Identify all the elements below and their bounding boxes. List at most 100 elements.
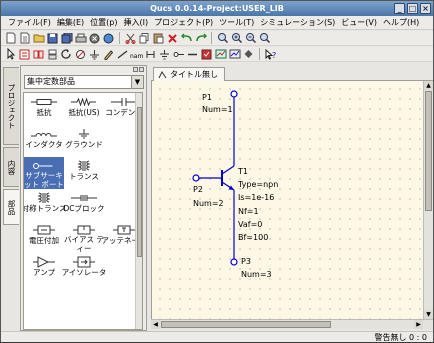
tab-content-label: 内容 [7,159,16,175]
component-category-select[interactable]: 集中定数部品 ▼ [24,75,144,89]
zoom-fit-icon[interactable] [216,32,229,45]
part-label: サブサーキット ポート [24,171,64,189]
new-file-icon[interactable] [4,32,17,45]
part-bias-t[interactable]: 電圧付加 [24,221,64,253]
menu-bar: ファイル(F) 編集(E) 位置(p) 挿入(I) プロジェクト(P) ツール(… [1,16,433,30]
ground-toolbar-icon[interactable] [88,48,101,61]
part-label: グラウンド [65,140,103,149]
title-bar[interactable]: Qucs 0.0.14-Project:USER_LIB _ □ × [1,1,433,16]
menu-edit[interactable]: 編集(E) [54,17,87,28]
close-doc-icon[interactable] [88,32,101,45]
transistor-param-bf: Bf=100 [238,233,269,242]
status-text: 警告無し 0 : 0 [374,333,427,342]
insert-equation-icon[interactable] [144,48,157,61]
part-transformer[interactable]: トランス [64,157,104,189]
part-label: アイソレータ [61,268,107,277]
dock-float-icon[interactable] [133,66,138,72]
edit-properties-icon[interactable] [18,48,31,61]
part-ground[interactable]: グラウンド [64,125,104,157]
open-folder-icon[interactable] [32,32,45,45]
redo-icon[interactable] [194,32,207,45]
part-symmetric-transformer[interactable]: 対称トランス [24,189,66,221]
zoom-out-icon[interactable] [244,32,257,45]
horizontal-scroll-thumb[interactable] [161,321,331,328]
vertical-scroll-thumb[interactable] [425,91,432,211]
insert-port-icon[interactable] [172,48,185,61]
wire-icon[interactable] [116,48,129,61]
insert-ground-icon[interactable] [158,48,171,61]
menu-project[interactable]: プロジェクト(P) [151,17,216,28]
menu-file[interactable]: ファイル(F) [5,17,54,28]
part-resistor-us[interactable]: 抵抗(US) [64,93,104,125]
copy-icon[interactable] [138,32,151,45]
port-p3-name: P3 [241,257,251,266]
simulate-icon[interactable] [200,48,213,61]
tab-project[interactable]: プロジェクト [3,67,19,145]
paste-icon[interactable] [152,32,165,45]
scroll-up-icon[interactable]: ▲ [424,81,433,90]
undo-icon[interactable] [180,32,193,45]
transistor-collector [221,165,235,175]
tab-project-label: プロジェクト [7,83,16,129]
minimize-icon[interactable]: _ [394,3,405,14]
chevron-down-icon[interactable]: ▼ [131,76,143,88]
part-inductor[interactable]: インダクタ [24,125,64,157]
print-preview-icon[interactable] [102,32,115,45]
menu-simulation[interactable]: シミュレーション(S) [257,17,338,28]
whats-this-icon[interactable]: ? [264,48,277,61]
insert-wire-icon[interactable] [186,48,199,61]
part-bias-tee[interactable]: バイアス ティー [64,221,104,253]
tab-components[interactable]: 部品 [3,189,19,225]
select-arrow-icon[interactable] [4,48,17,61]
tab-untitled[interactable]: タイトル無し [153,67,225,81]
menu-tools[interactable]: ツール(T) [216,17,257,28]
components-scrollbar[interactable] [135,93,142,329]
menu-view[interactable]: ビュー(V) [338,17,380,28]
zoom-in-icon[interactable] [230,32,243,45]
print-icon[interactable] [74,32,87,45]
set-marker-icon[interactable] [228,48,241,61]
app-window: Qucs 0.0.14-Project:USER_LIB _ □ × ファイル(… [0,0,434,342]
part-subcircuit-port[interactable]: サブサーキット ポート [24,157,64,189]
switch-display-icon[interactable] [214,48,227,61]
zoom-reset-icon[interactable] [258,32,271,45]
activate-icon[interactable] [74,48,87,61]
transistor-param-is: Is=1e-16 [238,193,275,202]
part-dc-block[interactable]: DCブロック [64,189,105,221]
menu-insert[interactable]: 挿入(I) [120,17,151,28]
cut-icon[interactable] [124,32,137,45]
tab-content[interactable]: 内容 [3,147,19,187]
new-text-icon[interactable] [18,32,31,45]
mirror-x-icon[interactable] [32,48,45,61]
menu-position[interactable]: 位置(p) [87,17,120,28]
part-amplifier[interactable]: アンプ [24,253,64,285]
mirror-y-icon[interactable] [46,48,59,61]
menu-help[interactable]: ヘルプ(H) [380,17,422,28]
horizontal-scrollbar[interactable]: ◀ ▶ [151,319,433,329]
pencil-icon[interactable] [102,48,115,61]
dock-handle[interactable] [21,66,146,72]
tab-components-label: 部品 [7,199,16,215]
svg-text:?: ? [272,51,276,60]
scroll-right-icon[interactable]: ▶ [414,320,423,329]
port-p1-name: P1 [202,93,212,102]
scroll-thumb[interactable] [137,107,142,257]
delete-icon[interactable] [166,32,179,45]
save-icon[interactable] [46,32,59,45]
transistor-param-type: Type=npn [238,180,279,189]
maximize-icon[interactable]: □ [407,3,418,14]
close-icon[interactable]: × [420,3,431,14]
part-resistor[interactable]: 抵抗 [24,93,64,125]
scroll-down-icon[interactable]: ▼ [424,310,433,319]
port-p2-symbol [192,174,200,182]
schematic-canvas[interactable]: P1 Num=1 P2 Num=2 T1 Type=npn Is=1e-16 N… [151,81,423,319]
rotate-icon[interactable] [60,48,73,61]
show-last-netlist-icon[interactable] [242,48,255,61]
part-isolator[interactable]: アイソレータ [61,253,107,285]
insert-label-icon[interactable]: nam [130,48,143,61]
scroll-left-icon[interactable]: ◀ [151,320,160,329]
dock-close-icon[interactable] [139,66,144,72]
vertical-scrollbar[interactable]: ▲ ▼ [423,81,433,319]
part-label: バイアス ティー [64,235,104,253]
save-all-icon[interactable] [60,32,73,45]
